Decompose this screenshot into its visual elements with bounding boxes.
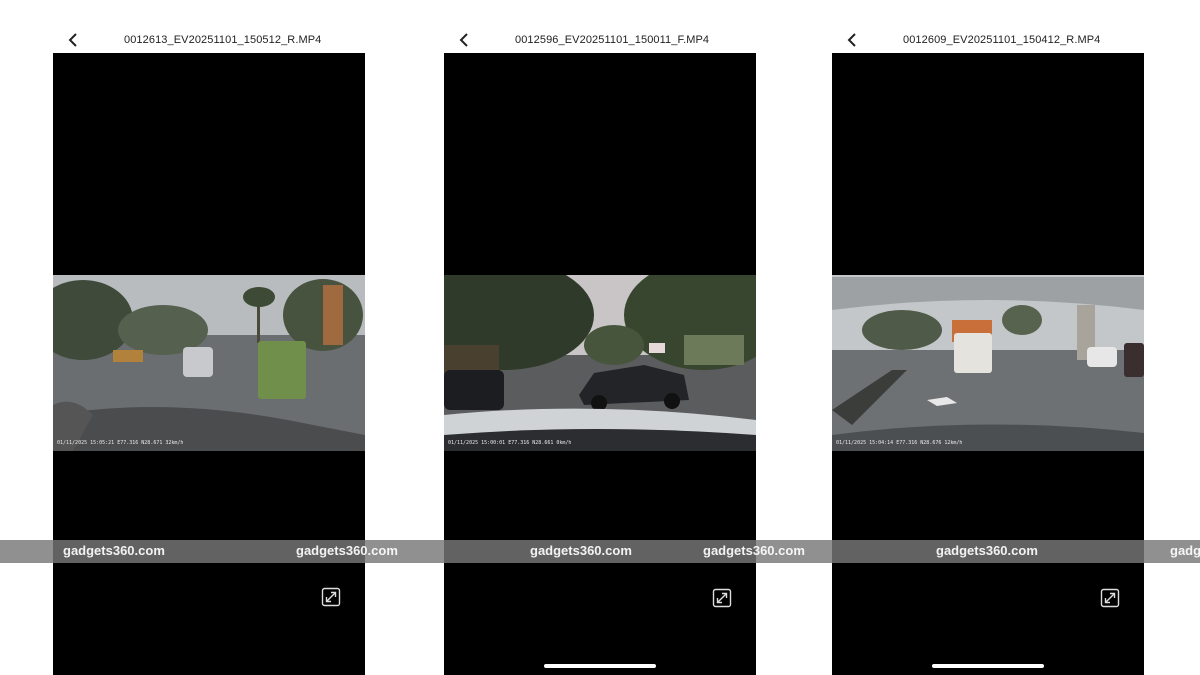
video-image (53, 275, 365, 451)
file-title: 0012609_EV20251101_150412_R.MP4 (903, 34, 1101, 46)
fullscreen-button[interactable] (321, 587, 341, 607)
file-title: 0012613_EV20251101_150512_R.MP4 (124, 34, 322, 46)
video-frame[interactable]: 01/11/2025 15:04:14 E77.316 N28.676 12km… (832, 275, 1144, 451)
video-image (444, 275, 756, 451)
video-screen: 01/11/2025 15:04:14 E77.316 N28.676 12km… (832, 53, 1144, 675)
top-bar: 0012613_EV20251101_150512_R.MP4 (53, 28, 365, 52)
top-bar: 0012609_EV20251101_150412_R.MP4 (832, 28, 1144, 52)
viewer-panel-3: 0012609_EV20251101_150412_R.MP4 01/11/20… (832, 0, 1144, 675)
video-timestamp: 01/11/2025 15:00:01 E77.316 N28.661 0km/… (448, 440, 572, 446)
video-image (832, 275, 1144, 451)
viewer-panel-2: 0012596_EV20251101_150011_F.MP4 01/11/20… (444, 0, 756, 675)
chevron-left-icon (847, 33, 856, 47)
back-button[interactable] (63, 30, 83, 50)
expand-arrows-icon (321, 587, 341, 607)
viewer-panel-1: 0012613_EV20251101_150512_R.MP4 01/11/20… (53, 0, 365, 675)
video-timestamp: 01/11/2025 15:05:21 E77.316 N28.671 32km… (57, 440, 184, 446)
home-indicator[interactable] (932, 664, 1044, 668)
file-title: 0012596_EV20251101_150011_F.MP4 (515, 34, 710, 46)
fullscreen-button[interactable] (1100, 588, 1120, 608)
watermark-text: gadgets360.com (63, 543, 165, 558)
expand-arrows-icon (1100, 588, 1120, 608)
video-screen: 01/11/2025 15:00:01 E77.316 N28.661 0km/… (444, 53, 756, 675)
expand-arrows-icon (712, 588, 732, 608)
top-bar: 0012596_EV20251101_150011_F.MP4 (444, 28, 756, 52)
video-screen: 01/11/2025 15:05:21 E77.316 N28.671 32km… (53, 53, 365, 675)
watermark-text: gadgets360.com (936, 543, 1038, 558)
video-frame[interactable]: 01/11/2025 15:00:01 E77.316 N28.661 0km/… (444, 275, 756, 451)
video-frame[interactable]: 01/11/2025 15:05:21 E77.316 N28.671 32km… (53, 275, 365, 451)
back-button[interactable] (842, 30, 862, 50)
fullscreen-button[interactable] (712, 588, 732, 608)
chevron-left-icon (68, 33, 77, 47)
back-button[interactable] (454, 30, 474, 50)
watermark-text: gadgets360.com (703, 543, 805, 558)
watermark-text: gadgets360.com (296, 543, 398, 558)
chevron-left-icon (459, 33, 468, 47)
home-indicator[interactable] (544, 664, 656, 668)
watermark-text: gadgets360.com (530, 543, 632, 558)
watermark-text: gadgets360.com (1170, 543, 1200, 558)
video-timestamp: 01/11/2025 15:04:14 E77.316 N28.676 12km… (836, 440, 963, 446)
